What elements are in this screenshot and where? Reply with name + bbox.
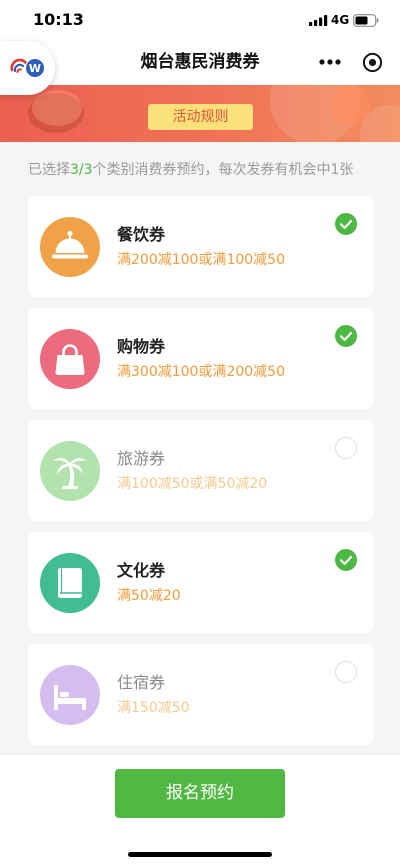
target-icon[interactable] (362, 52, 383, 73)
voucher-card-dining[interactable]: 餐饮券 满200减100或满100减50 (28, 196, 374, 297)
banner-decoration (32, 90, 82, 126)
nav-bar: 烟台惠民消费券 (0, 40, 400, 85)
floating-capsule[interactable]: W (0, 41, 55, 95)
status-bar: 10:13 4G (0, 0, 400, 40)
voucher-name: 文化券 (117, 561, 166, 580)
selected-count: 3/3 (70, 162, 93, 178)
summary-suffix: 个类别消费券预约，每次发券有机会中1张 (92, 162, 354, 178)
network-label: 4G (331, 13, 350, 27)
status-time: 10:13 (33, 10, 84, 29)
palm-tree-icon (40, 441, 100, 501)
voucher-name: 旅游券 (117, 449, 166, 468)
cloche-icon (40, 217, 100, 277)
home-indicator[interactable] (128, 852, 272, 857)
book-icon (40, 553, 100, 613)
voucher-desc: 满300减100或满200减50 (117, 364, 285, 380)
shopping-bag-icon (40, 329, 100, 389)
voucher-name: 住宿券 (117, 673, 166, 692)
voucher-card-culture[interactable]: 文化券 满50减20 (28, 532, 374, 633)
footer-bar: 报名预约 (0, 755, 400, 866)
selection-check-icon[interactable] (335, 661, 357, 683)
voucher-card-shopping[interactable]: 购物券 满300减100或满200减50 (28, 308, 374, 409)
selection-check-icon[interactable] (335, 213, 357, 235)
voucher-desc: 满100减50或满50减20 (117, 476, 268, 492)
selection-check-icon[interactable] (335, 549, 357, 571)
voucher-name: 购物券 (117, 337, 166, 356)
logo-badge: W (25, 58, 45, 78)
voucher-card-lodging[interactable]: 住宿券 满150减50 (28, 644, 374, 745)
signal-icon (309, 15, 328, 26)
summary-prefix: 已选择 (28, 162, 70, 178)
battery-icon (353, 14, 379, 27)
selection-summary: 已选择3/3个类别消费券预约，每次发券有机会中1张 (28, 160, 353, 180)
bed-icon (40, 665, 100, 725)
selection-check-icon[interactable] (335, 325, 357, 347)
submit-button[interactable]: 报名预约 (115, 769, 285, 818)
voucher-card-travel[interactable]: 旅游券 满100减50或满50减20 (28, 420, 374, 521)
voucher-desc: 满200减100或满100减50 (117, 252, 285, 268)
selection-check-icon[interactable] (335, 437, 357, 459)
more-dots-icon[interactable] (318, 54, 342, 70)
voucher-desc: 满50减20 (117, 588, 181, 604)
voucher-name: 餐饮券 (117, 225, 166, 244)
voucher-desc: 满150减50 (117, 700, 190, 716)
rules-button[interactable]: 活动规则 (148, 104, 253, 130)
banner: 活动规则 (0, 85, 400, 142)
